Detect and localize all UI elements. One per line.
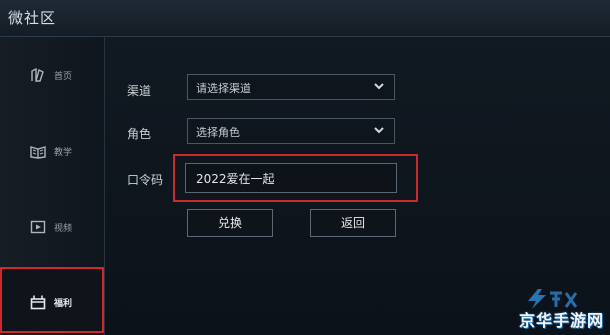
channel-label: 渠道 xyxy=(127,84,152,98)
sidebar-item-label: 福利 xyxy=(54,299,73,309)
title-bar: 微社区 xyxy=(0,0,610,37)
channel-select-value: 请选择渠道 xyxy=(196,82,251,95)
sidebar-item-video[interactable]: 视频 xyxy=(0,195,104,259)
sidebar: 首页 教学 视频 福利 xyxy=(0,37,105,335)
sidebar-item-label: 首页 xyxy=(54,72,73,82)
video-icon xyxy=(30,220,46,234)
watermark-text: 京华手游网 xyxy=(518,311,604,330)
book-icon xyxy=(30,146,46,159)
chevron-down-icon xyxy=(374,83,384,90)
home-icon xyxy=(31,67,44,82)
code-label: 口令码 xyxy=(127,173,164,187)
back-button[interactable]: 返回 xyxy=(310,209,396,237)
chevron-down-icon xyxy=(374,127,384,134)
code-input[interactable] xyxy=(185,163,397,193)
role-select-value: 选择角色 xyxy=(196,126,240,139)
gift-icon xyxy=(30,295,46,310)
sidebar-item-teaching[interactable]: 教学 xyxy=(0,119,104,183)
channel-select[interactable]: 请选择渠道 xyxy=(187,74,395,100)
app-title: 微社区 xyxy=(8,9,57,27)
role-select[interactable]: 选择角色 xyxy=(187,118,395,144)
sidebar-item-home[interactable]: 首页 xyxy=(0,43,104,107)
sidebar-item-label: 视频 xyxy=(54,224,73,234)
sidebar-item-welfare[interactable]: 福利 xyxy=(0,267,104,333)
watermark: 京华手游网 xyxy=(488,287,606,331)
role-label: 角色 xyxy=(127,127,152,141)
redeem-button[interactable]: 兑换 xyxy=(187,209,273,237)
sidebar-item-label: 教学 xyxy=(54,148,73,158)
